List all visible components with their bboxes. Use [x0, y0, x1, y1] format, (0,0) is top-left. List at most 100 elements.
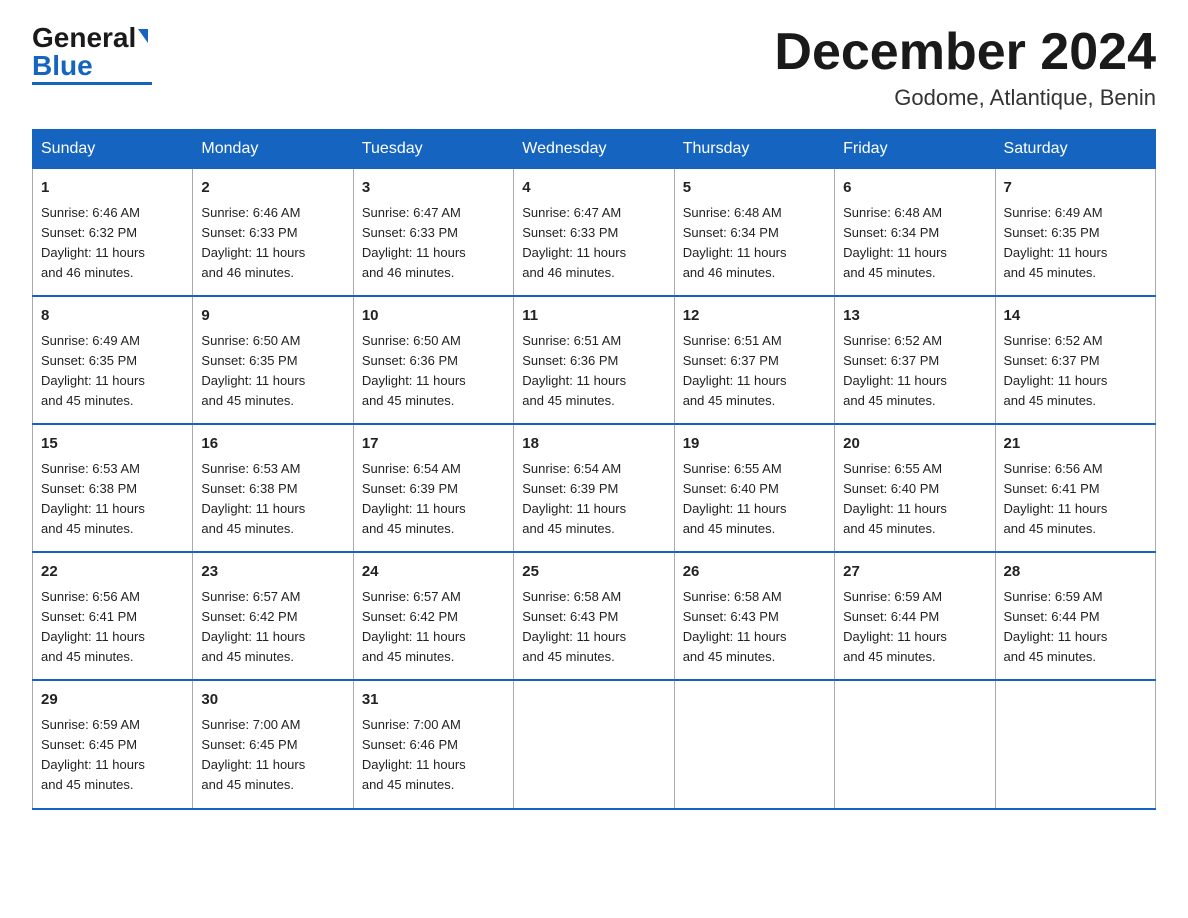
- calendar-cell: 16 Sunrise: 6:53 AM Sunset: 6:38 PM Dayli…: [193, 424, 353, 552]
- cell-content: Sunrise: 6:57 AM Sunset: 6:42 PM Dayligh…: [201, 587, 344, 668]
- cell-content: Sunrise: 6:53 AM Sunset: 6:38 PM Dayligh…: [201, 459, 344, 540]
- day-number: 21: [1004, 433, 1147, 456]
- calendar-cell: 24 Sunrise: 6:57 AM Sunset: 6:42 PM Dayli…: [353, 552, 513, 680]
- cell-content: Sunrise: 6:47 AM Sunset: 6:33 PM Dayligh…: [362, 203, 505, 284]
- calendar-cell: 23 Sunrise: 6:57 AM Sunset: 6:42 PM Dayli…: [193, 552, 353, 680]
- calendar-cell: 22 Sunrise: 6:56 AM Sunset: 6:41 PM Dayli…: [33, 552, 193, 680]
- day-number: 9: [201, 305, 344, 328]
- day-number: 17: [362, 433, 505, 456]
- logo-general-text: General: [32, 24, 136, 52]
- cell-content: Sunrise: 6:52 AM Sunset: 6:37 PM Dayligh…: [843, 331, 986, 412]
- calendar-cell: 17Sunrise: 6:54 AM Sunset: 6:39 PM Dayli…: [353, 424, 513, 552]
- day-number: 29: [41, 689, 184, 712]
- cell-content: Sunrise: 6:46 AM Sunset: 6:33 PM Dayligh…: [201, 203, 344, 284]
- calendar-cell: [514, 680, 674, 808]
- day-number: 22: [41, 561, 184, 584]
- calendar-header: SundayMondayTuesdayWednesdayThursdayFrid…: [33, 130, 1156, 169]
- cell-content: Sunrise: 6:57 AM Sunset: 6:42 PM Dayligh…: [362, 587, 505, 668]
- calendar-cell: 5 Sunrise: 6:48 AM Sunset: 6:34 PM Daylig…: [674, 169, 834, 297]
- day-number: 12: [683, 305, 826, 328]
- header-cell-thursday: Thursday: [674, 130, 834, 169]
- calendar-cell: 2 Sunrise: 6:46 AM Sunset: 6:33 PM Daylig…: [193, 169, 353, 297]
- header-cell-friday: Friday: [835, 130, 995, 169]
- week-row-2: 8Sunrise: 6:49 AM Sunset: 6:35 PM Daylig…: [33, 296, 1156, 424]
- day-number: 7: [1004, 177, 1147, 200]
- logo-underline: [32, 82, 152, 85]
- day-number: 1: [41, 177, 184, 200]
- calendar-cell: 28Sunrise: 6:59 AM Sunset: 6:44 PM Dayli…: [995, 552, 1155, 680]
- calendar-cell: 9 Sunrise: 6:50 AM Sunset: 6:35 PM Daylig…: [193, 296, 353, 424]
- day-number: 30: [201, 689, 344, 712]
- calendar-cell: 8Sunrise: 6:49 AM Sunset: 6:35 PM Daylig…: [33, 296, 193, 424]
- day-number: 26: [683, 561, 826, 584]
- cell-content: Sunrise: 7:00 AM Sunset: 6:46 PM Dayligh…: [362, 715, 505, 796]
- cell-content: Sunrise: 6:48 AM Sunset: 6:34 PM Dayligh…: [683, 203, 826, 284]
- day-number: 19: [683, 433, 826, 456]
- calendar-cell: 6Sunrise: 6:48 AM Sunset: 6:34 PM Daylig…: [835, 169, 995, 297]
- day-number: 23: [201, 561, 344, 584]
- calendar-cell: 20Sunrise: 6:55 AM Sunset: 6:40 PM Dayli…: [835, 424, 995, 552]
- cell-content: Sunrise: 6:49 AM Sunset: 6:35 PM Dayligh…: [1004, 203, 1147, 284]
- calendar-cell: 25Sunrise: 6:58 AM Sunset: 6:43 PM Dayli…: [514, 552, 674, 680]
- day-number: 15: [41, 433, 184, 456]
- week-row-3: 15 Sunrise: 6:53 AM Sunset: 6:38 PM Dayli…: [33, 424, 1156, 552]
- week-row-5: 29 Sunrise: 6:59 AM Sunset: 6:45 PM Dayli…: [33, 680, 1156, 808]
- cell-content: Sunrise: 6:59 AM Sunset: 6:44 PM Dayligh…: [1004, 587, 1147, 668]
- calendar-cell: [835, 680, 995, 808]
- cell-content: Sunrise: 6:47 AM Sunset: 6:33 PM Dayligh…: [522, 203, 665, 284]
- cell-content: Sunrise: 6:59 AM Sunset: 6:45 PM Dayligh…: [41, 715, 184, 796]
- calendar-cell: 31 Sunrise: 7:00 AM Sunset: 6:46 PM Dayli…: [353, 680, 513, 808]
- day-number: 2: [201, 177, 344, 200]
- cell-content: Sunrise: 6:58 AM Sunset: 6:43 PM Dayligh…: [522, 587, 665, 668]
- calendar-cell: 4 Sunrise: 6:47 AM Sunset: 6:33 PM Daylig…: [514, 169, 674, 297]
- calendar-cell: [995, 680, 1155, 808]
- calendar-cell: 29 Sunrise: 6:59 AM Sunset: 6:45 PM Dayli…: [33, 680, 193, 808]
- calendar-cell: 30 Sunrise: 7:00 AM Sunset: 6:45 PM Dayli…: [193, 680, 353, 808]
- week-row-4: 22 Sunrise: 6:56 AM Sunset: 6:41 PM Dayli…: [33, 552, 1156, 680]
- cell-content: Sunrise: 6:56 AM Sunset: 6:41 PM Dayligh…: [41, 587, 184, 668]
- cell-content: Sunrise: 7:00 AM Sunset: 6:45 PM Dayligh…: [201, 715, 344, 796]
- cell-content: Sunrise: 6:50 AM Sunset: 6:36 PM Dayligh…: [362, 331, 505, 412]
- day-number: 5: [683, 177, 826, 200]
- cell-content: Sunrise: 6:50 AM Sunset: 6:35 PM Dayligh…: [201, 331, 344, 412]
- calendar-cell: 15Sunrise: 6:53 AM Sunset: 6:38 PM Dayli…: [33, 424, 193, 552]
- day-number: 31: [362, 689, 505, 712]
- day-number: 4: [522, 177, 665, 200]
- cell-content: Sunrise: 6:55 AM Sunset: 6:40 PM Dayligh…: [843, 459, 986, 540]
- calendar-cell: 3Sunrise: 6:47 AM Sunset: 6:33 PM Daylig…: [353, 169, 513, 297]
- calendar-cell: 14Sunrise: 6:52 AM Sunset: 6:37 PM Dayli…: [995, 296, 1155, 424]
- calendar-body: 1 Sunrise: 6:46 AM Sunset: 6:32 PM Daylig…: [33, 169, 1156, 809]
- cell-content: Sunrise: 6:51 AM Sunset: 6:37 PM Dayligh…: [683, 331, 826, 412]
- calendar-cell: 21 Sunrise: 6:56 AM Sunset: 6:41 PM Dayli…: [995, 424, 1155, 552]
- cell-content: Sunrise: 6:55 AM Sunset: 6:40 PM Dayligh…: [683, 459, 826, 540]
- day-number: 24: [362, 561, 505, 584]
- logo: General Blue: [32, 24, 152, 85]
- cell-content: Sunrise: 6:52 AM Sunset: 6:37 PM Dayligh…: [1004, 331, 1147, 412]
- cell-content: Sunrise: 6:54 AM Sunset: 6:39 PM Dayligh…: [522, 459, 665, 540]
- day-number: 27: [843, 561, 986, 584]
- calendar-cell: 11Sunrise: 6:51 AM Sunset: 6:36 PM Dayli…: [514, 296, 674, 424]
- header: General Blue December 2024 Godome, Atlan…: [32, 24, 1156, 111]
- cell-content: Sunrise: 6:46 AM Sunset: 6:32 PM Dayligh…: [41, 203, 184, 284]
- header-cell-wednesday: Wednesday: [514, 130, 674, 169]
- calendar-cell: 13 Sunrise: 6:52 AM Sunset: 6:37 PM Dayli…: [835, 296, 995, 424]
- month-title: December 2024: [774, 24, 1156, 81]
- header-cell-monday: Monday: [193, 130, 353, 169]
- day-number: 6: [843, 177, 986, 200]
- cell-content: Sunrise: 6:56 AM Sunset: 6:41 PM Dayligh…: [1004, 459, 1147, 540]
- day-number: 10: [362, 305, 505, 328]
- header-cell-sunday: Sunday: [33, 130, 193, 169]
- calendar-cell: 12 Sunrise: 6:51 AM Sunset: 6:37 PM Dayli…: [674, 296, 834, 424]
- calendar-cell: 7 Sunrise: 6:49 AM Sunset: 6:35 PM Daylig…: [995, 169, 1155, 297]
- logo-triangle-icon: [138, 29, 148, 43]
- day-number: 18: [522, 433, 665, 456]
- day-number: 8: [41, 305, 184, 328]
- day-number: 16: [201, 433, 344, 456]
- header-cell-tuesday: Tuesday: [353, 130, 513, 169]
- title-area: December 2024 Godome, Atlantique, Benin: [774, 24, 1156, 111]
- day-number: 13: [843, 305, 986, 328]
- logo-blue-text: Blue: [32, 52, 93, 80]
- calendar-table: SundayMondayTuesdayWednesdayThursdayFrid…: [32, 129, 1156, 809]
- week-row-1: 1 Sunrise: 6:46 AM Sunset: 6:32 PM Daylig…: [33, 169, 1156, 297]
- calendar-cell: 1 Sunrise: 6:46 AM Sunset: 6:32 PM Daylig…: [33, 169, 193, 297]
